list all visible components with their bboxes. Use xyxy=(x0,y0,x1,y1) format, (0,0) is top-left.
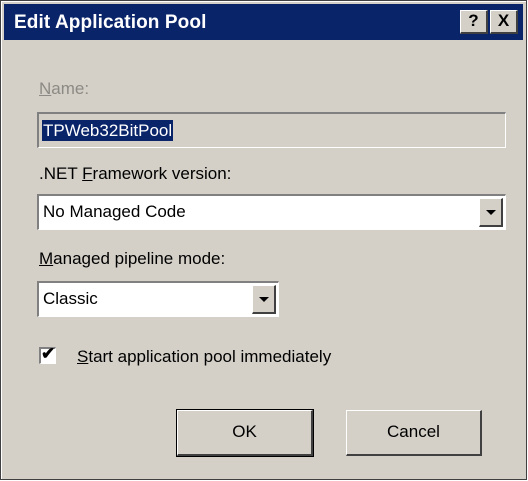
dialog-title: Edit Application Pool xyxy=(14,12,207,33)
name-label: Name: xyxy=(39,79,90,98)
edit-application-pool-dialog: Edit Application Pool ? X Name: TPWeb32B… xyxy=(0,0,527,480)
close-button[interactable]: X xyxy=(490,10,518,34)
help-icon: ? xyxy=(468,11,479,30)
start-immediately-checkbox[interactable]: ✔ xyxy=(39,344,56,364)
name-field[interactable]: TPWeb32BitPool xyxy=(37,112,506,148)
chevron-down-icon xyxy=(485,210,496,215)
help-button[interactable]: ? xyxy=(460,10,488,34)
pipeline-mode-label: Managed pipeline mode: xyxy=(39,249,226,268)
framework-version-select[interactable]: No Managed Code xyxy=(37,194,506,230)
checkmark-icon: ✔ xyxy=(41,344,56,363)
close-icon: X xyxy=(497,11,510,30)
start-immediately-label[interactable]: Start application pool immediately xyxy=(77,347,331,367)
framework-dropdown-button[interactable] xyxy=(479,198,503,227)
framework-version-label: .NET Framework version: xyxy=(39,164,232,183)
framework-version-value: No Managed Code xyxy=(43,202,186,221)
ok-button[interactable]: OK xyxy=(176,409,314,457)
title-bar[interactable]: Edit Application Pool ? X xyxy=(4,4,523,40)
pipeline-mode-value: Classic xyxy=(43,289,98,308)
pipeline-mode-select[interactable]: Classic xyxy=(37,281,279,317)
name-value: TPWeb32BitPool xyxy=(42,120,174,141)
cancel-button[interactable]: Cancel xyxy=(346,410,482,456)
chevron-down-icon xyxy=(258,297,269,302)
pipeline-dropdown-button[interactable] xyxy=(252,285,276,314)
